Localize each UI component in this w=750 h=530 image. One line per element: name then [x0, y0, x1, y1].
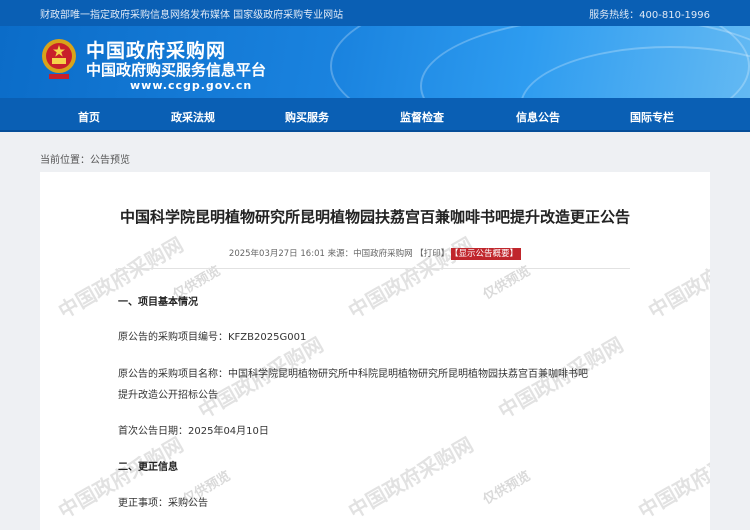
nav-item-announcements[interactable]: 信息公告	[516, 109, 560, 125]
breadcrumb-current[interactable]: 公告预览	[90, 155, 130, 166]
site-slogan: 财政部唯一指定政府采购信息网络发布媒体 国家级政府采购专业网站	[40, 10, 344, 21]
section-heading-basic-info: 一、项目基本情况	[118, 297, 198, 308]
original-project-number: 原公告的采购项目编号：KFZB2025G001	[118, 332, 307, 343]
watermark-preview: 仅供预览	[480, 468, 534, 508]
main-navigation: 首页 政采法规 购买服务 监督检查 信息公告 国际专栏	[0, 98, 750, 132]
site-subtitle: 中国政府购买服务信息平台	[86, 61, 267, 79]
watermark: 中国政府采购网	[54, 432, 188, 524]
announcement-card: 中国政府采购网 中国政府采购网 中国政府采购网 中国政府采购网 中国政府采购网 …	[40, 172, 710, 530]
first-publish-date: 首次公告日期：2025年04月10日	[118, 426, 269, 437]
header-banner: 中国政府采购网 中国政府购买服务信息平台 www.ccgp.gov.cn	[0, 26, 750, 98]
announcement-meta: 2025年03月27日 16:01 来源：中国政府采购网 【打印】 【显示公告概要…	[40, 247, 710, 260]
watermark: 中国政府采购网	[634, 432, 710, 524]
breadcrumb: 当前位置：公告预览	[40, 151, 130, 166]
nav-item-supervision[interactable]: 监督检查	[400, 109, 444, 125]
national-emblem-icon	[42, 39, 76, 79]
watermark: 中国政府采购网	[54, 232, 188, 324]
nav-item-regulations[interactable]: 政采法规	[171, 109, 215, 125]
watermark: 中国政府采购网	[644, 232, 710, 324]
announcement-title: 中国科学院昆明植物研究所昆明植物园扶荔宫百兼咖啡书吧提升改造更正公告	[119, 208, 630, 226]
original-project-name-cont: 提升改造公开招标公告	[118, 390, 218, 401]
nav-item-home[interactable]: 首页	[78, 109, 100, 125]
nav-item-international[interactable]: 国际专栏	[630, 109, 674, 125]
site-url[interactable]: www.ccgp.gov.cn	[130, 79, 252, 92]
nav-item-service-purchase[interactable]: 购买服务	[285, 109, 329, 125]
breadcrumb-label: 当前位置：	[40, 155, 90, 166]
show-summary-button[interactable]: 【显示公告概要】	[451, 248, 522, 260]
top-info-bar: 财政部唯一指定政府采购信息网络发布媒体 国家级政府采购专业网站 服务热线：400…	[0, 0, 750, 26]
publish-info: 2025年03月27日 16:01 来源：中国政府采购网 【打印】	[228, 249, 450, 259]
watermark: 中国政府采购网	[344, 432, 478, 524]
watermark-preview: 仅供预览	[480, 263, 534, 303]
title-divider	[118, 268, 630, 269]
original-project-name: 原公告的采购项目名称：中国科学院昆明植物研究所中科院昆明植物研究所昆明植物园扶荔…	[118, 369, 588, 380]
service-hotline: 服务热线：400-810-1996	[589, 10, 710, 21]
correction-item: 更正事项：采购公告	[118, 498, 208, 509]
watermark: 中国政府采购网	[344, 232, 478, 324]
section-heading-correction: 二、更正信息	[118, 462, 178, 473]
